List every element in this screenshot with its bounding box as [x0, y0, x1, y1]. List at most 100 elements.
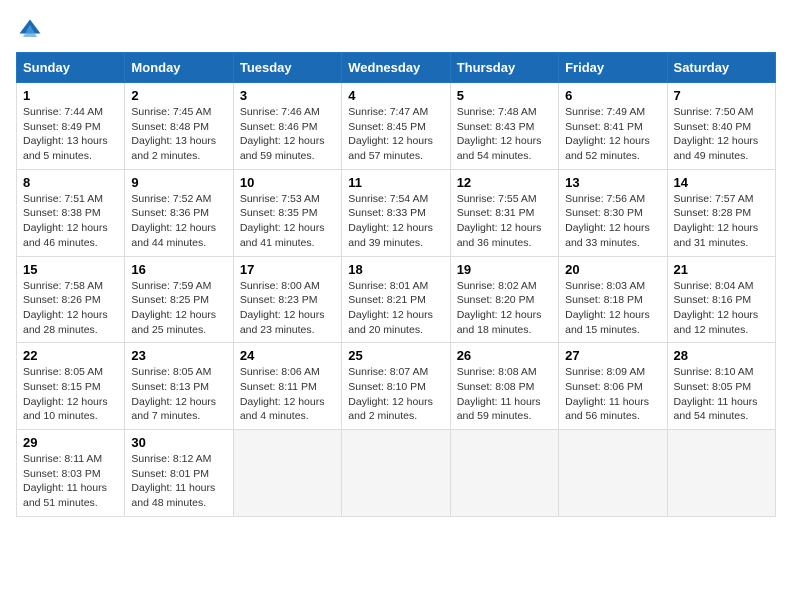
calendar-day-12: 12 Sunrise: 7:55 AM Sunset: 8:31 PM Dayli… [450, 169, 558, 256]
day-number: 5 [457, 88, 552, 103]
day-info: Sunrise: 7:49 AM Sunset: 8:41 PM Dayligh… [565, 105, 660, 164]
day-info: Sunrise: 8:06 AM Sunset: 8:11 PM Dayligh… [240, 365, 335, 424]
calendar-day-2: 2 Sunrise: 7:45 AM Sunset: 8:48 PM Daylig… [125, 83, 233, 170]
day-info: Sunrise: 7:47 AM Sunset: 8:45 PM Dayligh… [348, 105, 443, 164]
calendar-day-24: 24 Sunrise: 8:06 AM Sunset: 8:11 PM Dayli… [233, 343, 341, 430]
col-header-sunday: Sunday [17, 53, 125, 83]
col-header-tuesday: Tuesday [233, 53, 341, 83]
calendar-week-row: 29 Sunrise: 8:11 AM Sunset: 8:03 PM Dayli… [17, 430, 776, 517]
day-number: 13 [565, 175, 660, 190]
calendar-week-row: 8Sunrise: 7:51 AM Sunset: 8:38 PM Daylig… [17, 169, 776, 256]
col-header-monday: Monday [125, 53, 233, 83]
day-info: Sunrise: 7:53 AM Sunset: 8:35 PM Dayligh… [240, 192, 335, 251]
day-number: 2 [131, 88, 226, 103]
day-info: Sunrise: 8:05 AM Sunset: 8:13 PM Dayligh… [131, 365, 226, 424]
day-info: Sunrise: 8:11 AM Sunset: 8:03 PM Dayligh… [23, 452, 118, 511]
day-number: 7 [674, 88, 769, 103]
calendar-empty [342, 430, 450, 517]
day-number: 14 [674, 175, 769, 190]
calendar-day-6: 6 Sunrise: 7:49 AM Sunset: 8:41 PM Daylig… [559, 83, 667, 170]
calendar-day-9: 9 Sunrise: 7:52 AM Sunset: 8:36 PM Daylig… [125, 169, 233, 256]
day-number: 15 [23, 262, 118, 277]
day-number: 22 [23, 348, 118, 363]
calendar-day-18: 18 Sunrise: 8:01 AM Sunset: 8:21 PM Dayli… [342, 256, 450, 343]
calendar-day-14: 14Sunrise: 7:57 AM Sunset: 8:28 PM Dayli… [667, 169, 775, 256]
day-info: Sunrise: 8:02 AM Sunset: 8:20 PM Dayligh… [457, 279, 552, 338]
calendar-day-15: 15 Sunrise: 7:58 AM Sunset: 8:26 PM Dayli… [17, 256, 125, 343]
calendar-day-5: 5 Sunrise: 7:48 AM Sunset: 8:43 PM Daylig… [450, 83, 558, 170]
day-number: 26 [457, 348, 552, 363]
calendar-day-4: 4 Sunrise: 7:47 AM Sunset: 8:45 PM Daylig… [342, 83, 450, 170]
day-info: Sunrise: 8:12 AM Sunset: 8:01 PM Dayligh… [131, 452, 226, 511]
col-header-wednesday: Wednesday [342, 53, 450, 83]
col-header-thursday: Thursday [450, 53, 558, 83]
day-number: 27 [565, 348, 660, 363]
day-info: Sunrise: 8:00 AM Sunset: 8:23 PM Dayligh… [240, 279, 335, 338]
day-number: 11 [348, 175, 443, 190]
day-info: Sunrise: 7:44 AM Sunset: 8:49 PM Dayligh… [23, 105, 118, 164]
calendar-day-11: 11 Sunrise: 7:54 AM Sunset: 8:33 PM Dayli… [342, 169, 450, 256]
calendar-table: SundayMondayTuesdayWednesdayThursdayFrid… [16, 52, 776, 517]
logo-icon [16, 16, 44, 44]
day-number: 3 [240, 88, 335, 103]
day-number: 19 [457, 262, 552, 277]
day-number: 20 [565, 262, 660, 277]
day-info: Sunrise: 7:58 AM Sunset: 8:26 PM Dayligh… [23, 279, 118, 338]
day-info: Sunrise: 7:52 AM Sunset: 8:36 PM Dayligh… [131, 192, 226, 251]
day-info: Sunrise: 8:01 AM Sunset: 8:21 PM Dayligh… [348, 279, 443, 338]
calendar-day-8: 8Sunrise: 7:51 AM Sunset: 8:38 PM Daylig… [17, 169, 125, 256]
day-number: 25 [348, 348, 443, 363]
calendar-day-13: 13 Sunrise: 7:56 AM Sunset: 8:30 PM Dayli… [559, 169, 667, 256]
day-info: Sunrise: 7:48 AM Sunset: 8:43 PM Dayligh… [457, 105, 552, 164]
day-number: 4 [348, 88, 443, 103]
day-number: 24 [240, 348, 335, 363]
calendar-day-10: 10 Sunrise: 7:53 AM Sunset: 8:35 PM Dayli… [233, 169, 341, 256]
calendar-empty [667, 430, 775, 517]
calendar-day-30: 30Sunrise: 8:12 AM Sunset: 8:01 PM Dayli… [125, 430, 233, 517]
calendar-day-28: 28 Sunrise: 8:10 AM Sunset: 8:05 PM Dayli… [667, 343, 775, 430]
day-info: Sunrise: 8:05 AM Sunset: 8:15 PM Dayligh… [23, 365, 118, 424]
calendar-day-21: 21 Sunrise: 8:04 AM Sunset: 8:16 PM Dayli… [667, 256, 775, 343]
day-number: 23 [131, 348, 226, 363]
day-info: Sunrise: 7:59 AM Sunset: 8:25 PM Dayligh… [131, 279, 226, 338]
page-header [16, 16, 776, 44]
calendar-day-3: 3 Sunrise: 7:46 AM Sunset: 8:46 PM Daylig… [233, 83, 341, 170]
day-number: 10 [240, 175, 335, 190]
calendar-day-1: 1 Sunrise: 7:44 AM Sunset: 8:49 PM Daylig… [17, 83, 125, 170]
day-info: Sunrise: 8:04 AM Sunset: 8:16 PM Dayligh… [674, 279, 769, 338]
day-number: 17 [240, 262, 335, 277]
day-number: 29 [23, 435, 118, 450]
col-header-friday: Friday [559, 53, 667, 83]
day-number: 12 [457, 175, 552, 190]
day-info: Sunrise: 8:07 AM Sunset: 8:10 PM Dayligh… [348, 365, 443, 424]
day-info: Sunrise: 7:50 AM Sunset: 8:40 PM Dayligh… [674, 105, 769, 164]
calendar-week-row: 15 Sunrise: 7:58 AM Sunset: 8:26 PM Dayli… [17, 256, 776, 343]
calendar-header-row: SundayMondayTuesdayWednesdayThursdayFrid… [17, 53, 776, 83]
calendar-day-19: 19 Sunrise: 8:02 AM Sunset: 8:20 PM Dayli… [450, 256, 558, 343]
calendar-day-16: 16 Sunrise: 7:59 AM Sunset: 8:25 PM Dayli… [125, 256, 233, 343]
day-info: Sunrise: 7:54 AM Sunset: 8:33 PM Dayligh… [348, 192, 443, 251]
calendar-day-22: 22 Sunrise: 8:05 AM Sunset: 8:15 PM Dayli… [17, 343, 125, 430]
day-info: Sunrise: 7:46 AM Sunset: 8:46 PM Dayligh… [240, 105, 335, 164]
day-number: 18 [348, 262, 443, 277]
day-info: Sunrise: 8:08 AM Sunset: 8:08 PM Dayligh… [457, 365, 552, 424]
day-number: 9 [131, 175, 226, 190]
day-number: 28 [674, 348, 769, 363]
calendar-day-25: 25 Sunrise: 8:07 AM Sunset: 8:10 PM Dayli… [342, 343, 450, 430]
day-info: Sunrise: 8:09 AM Sunset: 8:06 PM Dayligh… [565, 365, 660, 424]
calendar-day-29: 29 Sunrise: 8:11 AM Sunset: 8:03 PM Dayli… [17, 430, 125, 517]
calendar-day-17: 17 Sunrise: 8:00 AM Sunset: 8:23 PM Dayli… [233, 256, 341, 343]
day-info: Sunrise: 7:56 AM Sunset: 8:30 PM Dayligh… [565, 192, 660, 251]
day-number: 6 [565, 88, 660, 103]
calendar-week-row: 1 Sunrise: 7:44 AM Sunset: 8:49 PM Daylig… [17, 83, 776, 170]
day-info: Sunrise: 7:45 AM Sunset: 8:48 PM Dayligh… [131, 105, 226, 164]
day-info: Sunrise: 8:10 AM Sunset: 8:05 PM Dayligh… [674, 365, 769, 424]
day-number: 21 [674, 262, 769, 277]
calendar-day-23: 23 Sunrise: 8:05 AM Sunset: 8:13 PM Dayli… [125, 343, 233, 430]
calendar-day-26: 26 Sunrise: 8:08 AM Sunset: 8:08 PM Dayli… [450, 343, 558, 430]
day-number: 1 [23, 88, 118, 103]
day-number: 16 [131, 262, 226, 277]
calendar-day-20: 20 Sunrise: 8:03 AM Sunset: 8:18 PM Dayli… [559, 256, 667, 343]
day-info: Sunrise: 8:03 AM Sunset: 8:18 PM Dayligh… [565, 279, 660, 338]
day-info: Sunrise: 7:55 AM Sunset: 8:31 PM Dayligh… [457, 192, 552, 251]
